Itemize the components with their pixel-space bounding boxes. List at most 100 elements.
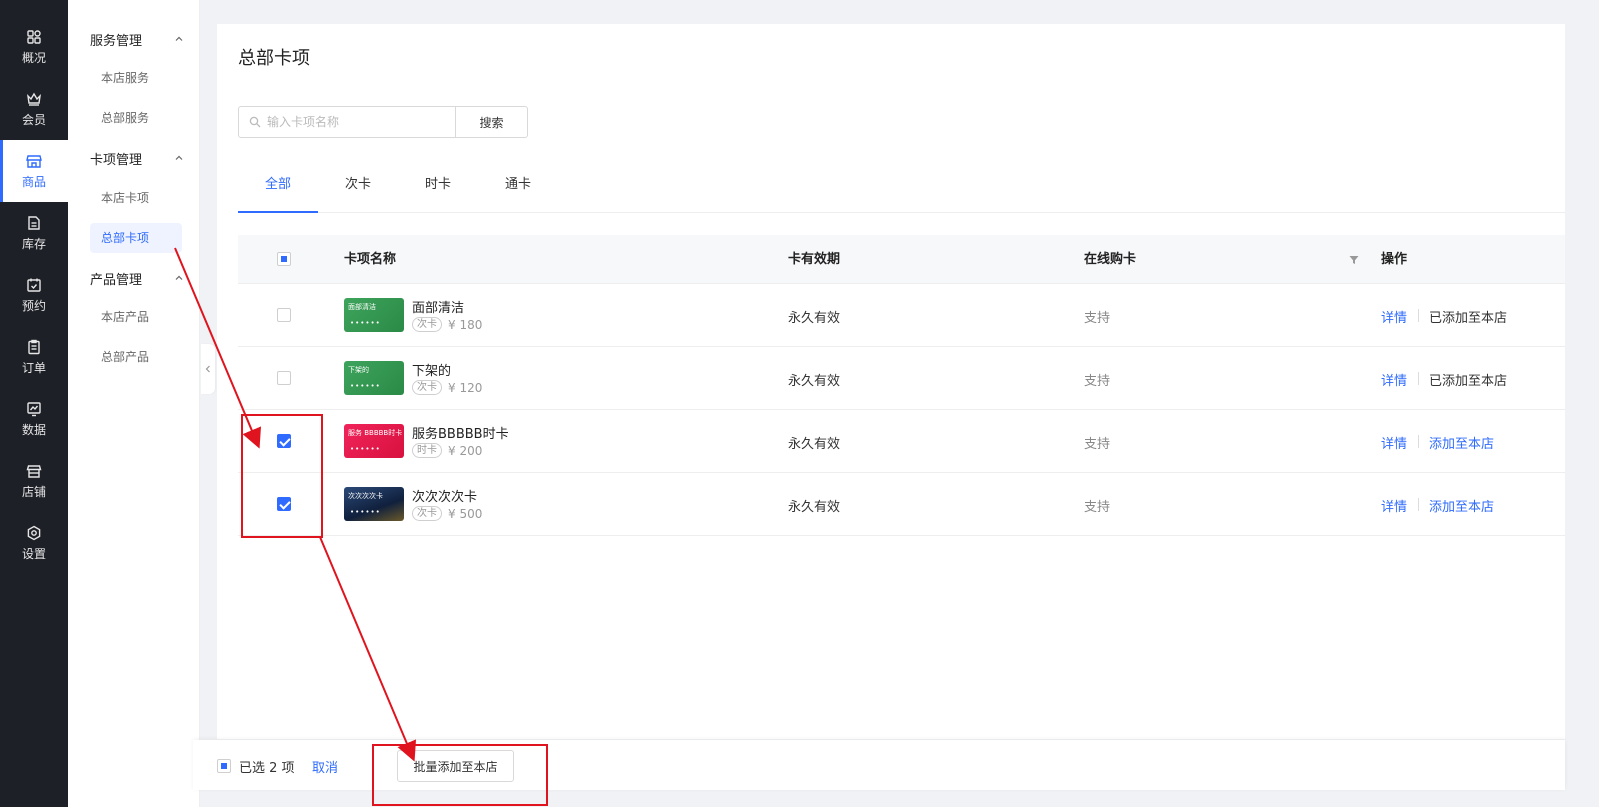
action-divider (1418, 435, 1419, 448)
card-price: ¥ 500 (448, 506, 483, 521)
rail-item-settings[interactable]: 设置 (0, 512, 68, 574)
card-name: 服务BBBBB时卡 (412, 427, 509, 442)
nav-item-hq-card[interactable]: 总部卡项 (90, 223, 182, 253)
table-header: 卡项名称 卡有效期 在线购卡 操作 (238, 235, 1565, 284)
search-input[interactable] (267, 115, 447, 129)
rail-item-label: 库存 (21, 236, 46, 251)
chevron-left-icon (205, 365, 210, 373)
nav-item-hq-product[interactable]: 总部产品 (90, 342, 182, 372)
detail-link[interactable]: 详情 (1381, 307, 1407, 326)
added-status: 已添加至本店 (1429, 374, 1508, 389)
card-thumbnail: 次次次次卡 •••••• (344, 487, 404, 521)
rail-item-inventory[interactable]: 库存 (0, 202, 68, 264)
column-header-validity: 卡有效期 (788, 252, 841, 267)
card-name: 次次次次卡 (412, 490, 478, 505)
column-header-name: 卡项名称 (344, 252, 397, 267)
rail-item-member[interactable]: 会员 (0, 78, 68, 140)
card-thumbnail: 面部清洁 •••••• (344, 298, 404, 332)
store-icon (26, 153, 42, 169)
select-all-checkbox[interactable] (277, 252, 291, 266)
column-header-actions: 操作 (1381, 252, 1408, 267)
card-name: 面部清洁 (412, 301, 465, 316)
chevron-up-icon (175, 275, 183, 280)
nav-item-store-service[interactable]: 本店服务 (90, 63, 182, 93)
rail-item-goods[interactable]: 商品 (0, 140, 68, 202)
rail-item-label: 商品 (21, 174, 46, 189)
add-to-store-link[interactable]: 添加至本店 (1429, 433, 1494, 452)
tab-count-card[interactable]: 次卡 (318, 164, 398, 213)
nav-item-store-card[interactable]: 本店卡项 (90, 183, 182, 213)
rail-item-orders[interactable]: 订单 (0, 326, 68, 388)
card-validity: 永久有效 (788, 311, 841, 326)
row-checkbox[interactable] (277, 497, 291, 511)
online-purchase: 支持 (1084, 500, 1111, 515)
app-root: 概况 会员 商品 库存 预约 订单 数据 店铺 设置 服务管理 本店服务 总部服… (0, 0, 1599, 807)
card-validity: 永久有效 (788, 500, 841, 515)
rail-item-label: 会员 (21, 112, 46, 127)
cancel-link[interactable]: 取消 (312, 757, 338, 776)
detail-link[interactable]: 详情 (1381, 496, 1407, 515)
rail-item-label: 数据 (21, 422, 46, 437)
main-content: 总部卡项 搜索 全部 次卡 时卡 通卡 卡项名称 卡有效期 在线购卡 操作 (217, 24, 1565, 739)
clipboard-icon (26, 339, 42, 355)
row-checkbox[interactable] (277, 308, 291, 322)
card-type-tag: 次卡 (412, 317, 442, 332)
settings-icon (26, 525, 42, 541)
card-validity: 永久有效 (788, 374, 841, 389)
card-meta: 时卡 ¥ 200 (412, 443, 482, 458)
card-type-tag: 次卡 (412, 506, 442, 521)
add-to-store-link[interactable]: 添加至本店 (1429, 496, 1494, 515)
rail-item-data[interactable]: 数据 (0, 388, 68, 450)
table-row: 下架的 •••••• 下架的 次卡 ¥ 120 永久有效 支持 详情 已添加至本… (238, 347, 1565, 410)
card-validity: 永久有效 (788, 437, 841, 452)
row-checkbox[interactable] (277, 371, 291, 385)
tab-general-card[interactable]: 通卡 (478, 164, 558, 213)
dashboard-icon (26, 29, 42, 45)
page-title: 总部卡项 (238, 48, 310, 69)
online-purchase: 支持 (1084, 437, 1111, 452)
table-row: 服务 BBBBB时卡 •••••• 服务BBBBB时卡 时卡 ¥ 200 永久有… (238, 410, 1565, 473)
nav-item-hq-service[interactable]: 总部服务 (90, 103, 182, 133)
card-thumbnail: 服务 BBBBB时卡 •••••• (344, 424, 404, 458)
action-divider (1418, 498, 1419, 511)
rail-item-shop[interactable]: 店铺 (0, 450, 68, 512)
card-meta: 次卡 ¥ 120 (412, 380, 482, 395)
card-price: ¥ 200 (448, 443, 483, 458)
card-price: ¥ 120 (448, 380, 483, 395)
rail-item-overview[interactable]: 概况 (0, 16, 68, 78)
rail-item-label: 预约 (21, 298, 46, 313)
card-type-tag: 次卡 (412, 380, 442, 395)
card-meta: 次卡 ¥ 500 (412, 506, 482, 521)
detail-link[interactable]: 详情 (1381, 370, 1407, 389)
nav-group-card[interactable]: 卡项管理 (90, 148, 184, 168)
card-meta: 次卡 ¥ 180 (412, 317, 482, 332)
card-name: 下架的 (412, 364, 452, 379)
nav-group-label: 卡项管理 (90, 152, 143, 168)
nav-item-store-product[interactable]: 本店产品 (90, 302, 182, 332)
tab-time-card[interactable]: 时卡 (398, 164, 478, 213)
action-divider (1418, 372, 1419, 385)
tab-all[interactable]: 全部 (238, 164, 318, 213)
rail-item-label: 订单 (21, 360, 46, 375)
chevron-up-icon (175, 36, 183, 41)
crown-icon (26, 91, 42, 107)
nav-group-label: 服务管理 (90, 33, 143, 49)
rail-item-booking[interactable]: 预约 (0, 264, 68, 326)
nav-group-product[interactable]: 产品管理 (90, 268, 184, 288)
search-button[interactable]: 搜索 (455, 106, 528, 138)
nav-group-service[interactable]: 服务管理 (90, 29, 184, 49)
main-nav-rail: 概况 会员 商品 库存 预约 订单 数据 店铺 设置 (0, 0, 68, 807)
rail-item-label: 概况 (21, 50, 46, 65)
detail-link[interactable]: 详情 (1381, 433, 1407, 452)
rail-item-label: 设置 (21, 546, 46, 561)
table-row: 面部清洁 •••••• 面部清洁 次卡 ¥ 180 永久有效 支持 详情 已添加… (238, 284, 1565, 347)
table-row: 次次次次卡 •••••• 次次次次卡 次卡 ¥ 500 永久有效 支持 详情 添… (238, 473, 1565, 536)
sidebar-collapse-handle[interactable] (201, 344, 215, 394)
filter-icon[interactable] (1349, 255, 1359, 265)
batch-add-to-store-button[interactable]: 批量添加至本店 (397, 750, 514, 782)
row-checkbox[interactable] (277, 434, 291, 448)
card-price: ¥ 180 (448, 317, 483, 332)
added-status: 已添加至本店 (1429, 311, 1508, 326)
batch-select-checkbox[interactable] (217, 759, 231, 773)
online-purchase: 支持 (1084, 374, 1111, 389)
